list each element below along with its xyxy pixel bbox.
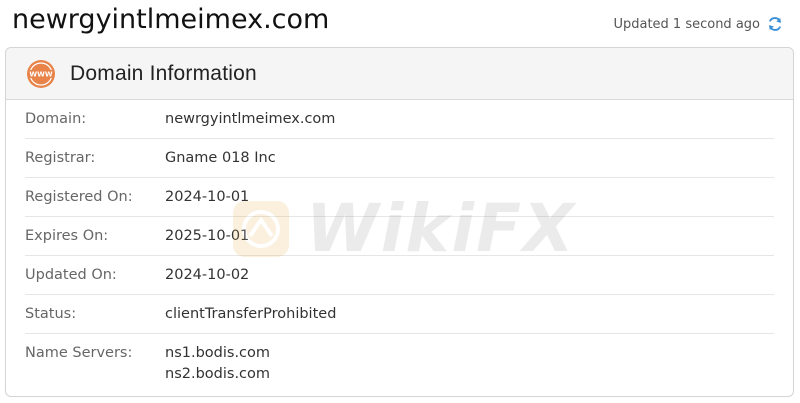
row-value: 2025-10-01 [165,228,250,244]
row-value: 2024-10-01 [165,189,250,205]
row-label: Registrar: [25,150,96,166]
row-expires-on: Expires On: 2025-10-01 [25,217,774,256]
update-status: Updated 1 second ago [613,15,784,33]
row-label: Updated On: [25,267,117,283]
row-registrar: Registrar: Gname 018 Inc [25,139,774,178]
page-title: newrgyintlmeimex.com [12,4,330,35]
row-updated-on: Updated On: 2024-10-02 [25,256,774,295]
row-label: Domain: [25,111,87,127]
updated-text: Updated 1 second ago [613,16,760,32]
row-label: Registered On: [25,189,133,205]
row-label: Expires On: [25,228,109,244]
row-registered-on: Registered On: 2024-10-01 [25,178,774,217]
row-status: Status: clientTransferProhibited [25,295,774,334]
name-server: ns2.bodis.com [165,366,271,382]
row-value: Gname 018 Inc [165,150,276,166]
row-domain: Domain: newrgyintlmeimex.com [25,100,774,139]
row-value: clientTransferProhibited [165,306,337,322]
row-label: Name Servers: [25,345,133,361]
info-rows: Domain: newrgyintlmeimex.com Registrar: … [6,100,793,385]
refresh-icon[interactable] [766,15,784,33]
name-server: ns1.bodis.com [165,345,271,361]
row-value: 2024-10-02 [165,267,250,283]
row-name-servers: Name Servers: ns1.bodis.com ns2.bodis.co… [25,334,774,385]
row-value: newrgyintlmeimex.com [165,111,336,127]
svg-text:WWW: WWW [29,70,52,78]
card-header: WWW Domain Information [6,48,793,100]
row-value: ns1.bodis.com ns2.bodis.com [165,343,270,385]
www-globe-icon: WWW [27,59,55,88]
domain-info-card: WWW Domain Information Domain: newrgyint… [5,47,794,397]
row-label: Status: [25,306,77,322]
card-title: Domain Information [70,61,257,85]
